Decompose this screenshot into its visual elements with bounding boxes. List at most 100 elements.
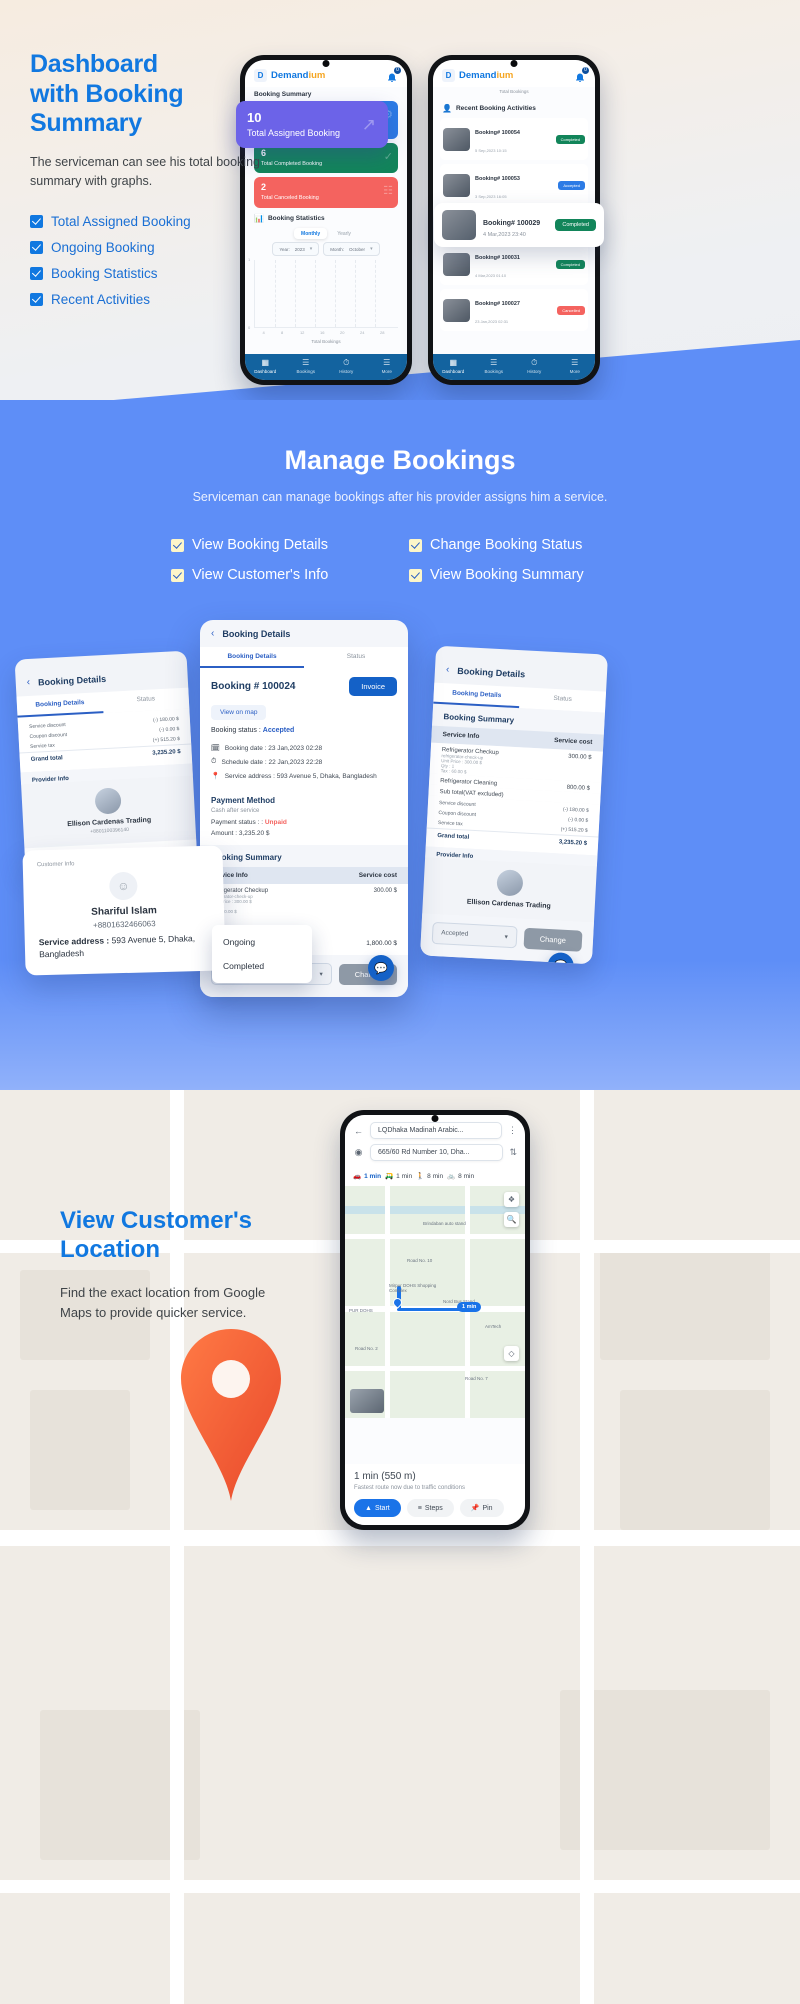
nav-dashboard[interactable]: ▦ Dashboard: [433, 358, 474, 374]
tab-booking-details[interactable]: Booking Details: [16, 692, 104, 718]
mode-walking[interactable]: 🚶 8 min: [416, 1172, 443, 1181]
section3-title: View Customer's Location: [60, 1207, 310, 1265]
steps-button[interactable]: ≡ Steps: [406, 1499, 454, 1517]
clock-icon: ⏱: [211, 758, 217, 765]
segment-yearly[interactable]: Yearly: [330, 228, 358, 239]
check-icon: [409, 538, 422, 552]
mode-driving[interactable]: 🚗 1 min: [353, 1172, 381, 1181]
total-bookings-label: Total Bookings: [499, 89, 529, 94]
back-arrow-icon[interactable]: ‹: [26, 677, 30, 688]
tab-status[interactable]: Status: [519, 687, 606, 712]
checklist-item-2: Booking Statistics: [30, 266, 260, 281]
nav-bookings[interactable]: ☰ Bookings: [474, 357, 515, 374]
floating-activity-card[interactable]: Booking# 100029 4 Mar,2023 23:40 Complet…: [434, 203, 604, 247]
nav-more[interactable]: ☰ More: [367, 358, 408, 374]
back-arrow-icon[interactable]: ←: [353, 1126, 364, 1136]
booking-date: 4 Mar,2023 01:10: [475, 273, 507, 278]
nav-bookings[interactable]: ☰ Bookings: [286, 357, 327, 374]
payment-method-value: Cash after service: [211, 808, 260, 814]
route-actions: ▲ Start ≡ Steps 📌 Pin: [354, 1499, 516, 1517]
swap-icon[interactable]: ⇅: [509, 1147, 517, 1158]
eta-distance: (550 m): [381, 1471, 416, 1482]
dropdown-option-completed[interactable]: Completed: [212, 954, 312, 978]
mode-transit[interactable]: 🛺 1 min: [385, 1172, 412, 1181]
stat-card-cancelled[interactable]: 2 Total Canceled Booking ☷: [254, 177, 398, 209]
chart-range-segments: Monthly Yearly: [245, 228, 407, 240]
walk-icon: 🚶: [416, 1173, 425, 1180]
grand-total-value: 3,235.20 $: [558, 839, 588, 847]
year-select[interactable]: Year: 2023 ▾: [272, 242, 320, 257]
grand-total-label: Grand total: [30, 755, 63, 763]
origin-input[interactable]: LQDhaka Madinah Arabic...: [370, 1122, 502, 1139]
chat-fab[interactable]: 💬: [368, 955, 394, 981]
change-button[interactable]: Change: [523, 927, 583, 952]
card-tabs: Booking Details Status: [200, 647, 408, 668]
tab-booking-details[interactable]: Booking Details: [200, 647, 304, 668]
layers-button[interactable]: ❖: [504, 1192, 519, 1207]
dropdown-option-ongoing[interactable]: Ongoing: [212, 930, 312, 954]
map-canvas[interactable]: Brindaban auto stand Mirpur DOHS Shoppin…: [345, 1186, 525, 1418]
chart-filters: Year: 2023 ▾ Month: October ▾: [245, 242, 407, 257]
notification-bell-icon[interactable]: 0: [386, 66, 401, 82]
floating-assigned-card[interactable]: 10 Total Assigned Booking ↗: [236, 101, 388, 149]
bus-icon: 🛺: [385, 1173, 394, 1180]
notification-bell-icon[interactable]: 0: [574, 66, 589, 82]
status-select[interactable]: Accepted ▾: [431, 921, 518, 949]
nav-dashboard[interactable]: ▦ Dashboard: [245, 357, 286, 374]
list-item[interactable]: Booking# 100054 5 Sep,2023 10:15 Complete…: [440, 118, 588, 160]
status-badge: Accepted: [558, 180, 585, 190]
segment-monthly[interactable]: Monthly: [294, 228, 328, 240]
list-item[interactable]: Booking# 100053 3 Sep,2023 16:05 Accepted: [440, 164, 588, 206]
customer-info-card[interactable]: Customer Info ☺ Shariful Islam +88016324…: [22, 845, 226, 976]
brand-name: Demandium: [271, 70, 326, 81]
view-on-map-button[interactable]: View on map: [211, 705, 267, 720]
nav-label: More: [569, 369, 580, 374]
feature-checklist: Total Assigned Booking Ongoing Booking B…: [30, 214, 260, 307]
checklist-label: Change Booking Status: [430, 537, 583, 554]
tab-status[interactable]: Status: [304, 647, 408, 668]
chevron-down-icon: ▾: [370, 246, 373, 253]
grid-icon: ▦: [261, 357, 270, 367]
nav-history[interactable]: ⏱ History: [514, 358, 555, 374]
camera-notch: [510, 60, 518, 67]
booking-details-card-left[interactable]: ‹ Booking Details Booking Details Status…: [14, 650, 198, 873]
section3-subtitle: Find the exact location from Google Maps…: [60, 1285, 266, 1321]
invoice-button[interactable]: Invoice: [349, 677, 397, 696]
street-view-thumbnail[interactable]: [350, 1389, 384, 1413]
back-arrow-icon[interactable]: ‹: [446, 664, 450, 675]
back-arrow-icon[interactable]: ‹: [211, 628, 214, 639]
destination-input[interactable]: 665/60 Rd Number 10, Dha...: [370, 1144, 504, 1161]
card-title: Booking Details: [37, 673, 107, 687]
booking-details-card-right[interactable]: ‹ Booking Details Booking Details Status…: [420, 645, 608, 965]
tab-booking-details[interactable]: Booking Details: [433, 682, 521, 709]
route-note: Fastest route now due to traffic conditi…: [354, 1485, 465, 1491]
status-dropdown-menu[interactable]: Ongoing Completed: [212, 925, 312, 983]
customer-name: Shariful Islam: [91, 905, 157, 918]
list-item[interactable]: Booking# 100027 23 Jan,2023 02:31 Cancell…: [440, 289, 588, 331]
clock-icon: ⏱: [343, 357, 350, 367]
compass-button[interactable]: ◇: [504, 1346, 519, 1361]
service-cost: 800.00 $: [566, 784, 591, 792]
booking-number: Booking# 100054: [475, 130, 520, 136]
overflow-menu-icon[interactable]: ⋮: [508, 1125, 517, 1136]
map-label: Road No. 7: [465, 1376, 488, 1381]
nav-history[interactable]: ⏱ History: [326, 357, 367, 374]
search-button[interactable]: 🔍: [504, 1212, 519, 1227]
clipboard-icon: ☰: [302, 357, 310, 367]
pin-button[interactable]: 📌 Pin: [459, 1499, 504, 1517]
notification-badge: 0: [394, 66, 401, 74]
row-label: Service discount: [438, 800, 476, 808]
clipboard-icon: ☰: [490, 357, 498, 367]
pin-icon: 📌: [470, 1505, 480, 1512]
booking-date: 5 Sep,2023 10:15: [475, 148, 507, 153]
month-select[interactable]: Month: October ▾: [323, 242, 380, 257]
list-item[interactable]: Booking# 100031 4 Mar,2023 01:10 Complete…: [440, 243, 588, 285]
nav-more[interactable]: ☰ More: [555, 358, 596, 374]
checklist-item-3: Recent Activities: [30, 292, 260, 307]
phone3-screen: ← LQDhaka Madinah Arabic... ⋮ ◉ 665/60 R…: [345, 1115, 525, 1525]
checklist-label: View Customer's Info: [192, 567, 329, 584]
tab-status[interactable]: Status: [102, 688, 189, 713]
title-line-3: Summary: [30, 109, 142, 137]
start-button[interactable]: ▲ Start: [354, 1499, 401, 1517]
mode-cycling[interactable]: 🚲 8 min: [447, 1172, 474, 1181]
